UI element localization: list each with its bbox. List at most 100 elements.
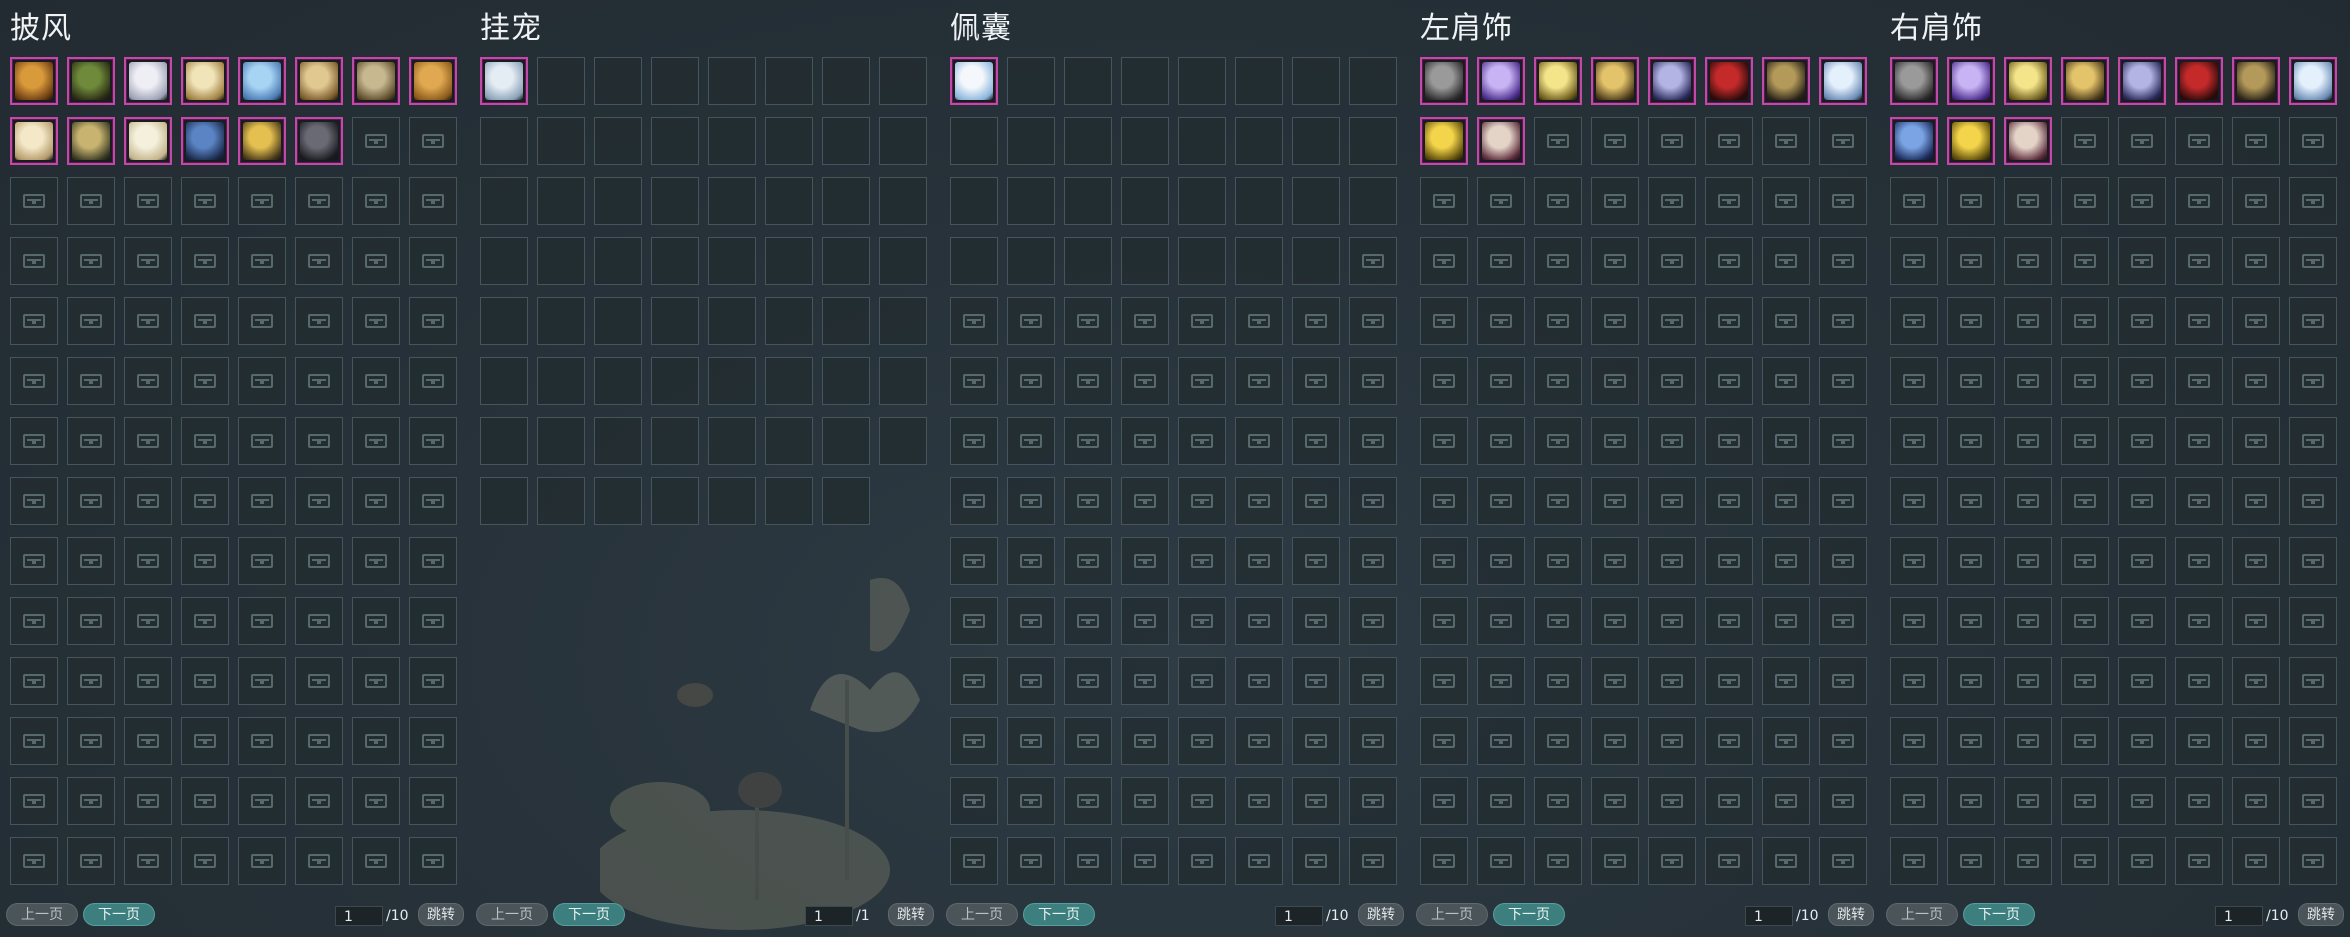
prev-page-button[interactable]: 上一页 (946, 903, 1018, 926)
locked-slot[interactable] (2232, 717, 2280, 765)
empty-slot[interactable] (651, 57, 699, 105)
empty-slot[interactable] (480, 177, 528, 225)
locked-slot[interactable] (1534, 537, 1582, 585)
locked-slot[interactable] (67, 417, 115, 465)
locked-slot[interactable] (2061, 657, 2109, 705)
locked-slot[interactable] (1349, 657, 1397, 705)
locked-slot[interactable] (1064, 537, 1112, 585)
empty-slot[interactable] (1007, 117, 1055, 165)
locked-slot[interactable] (2175, 777, 2223, 825)
locked-slot[interactable] (2004, 837, 2052, 885)
locked-slot[interactable] (950, 417, 998, 465)
locked-slot[interactable] (1420, 297, 1468, 345)
locked-slot[interactable] (1819, 717, 1867, 765)
empty-slot[interactable] (651, 357, 699, 405)
locked-slot[interactable] (1762, 177, 1810, 225)
locked-slot[interactable] (409, 657, 457, 705)
empty-slot[interactable] (822, 237, 870, 285)
locked-slot[interactable] (1591, 537, 1639, 585)
empty-slot[interactable] (1235, 237, 1283, 285)
empty-slot[interactable] (651, 117, 699, 165)
locked-slot[interactable] (1890, 477, 1938, 525)
locked-slot[interactable] (1178, 777, 1226, 825)
locked-slot[interactable] (2232, 417, 2280, 465)
empty-slot[interactable] (765, 417, 813, 465)
empty-slot[interactable] (1007, 237, 1055, 285)
locked-slot[interactable] (1420, 597, 1468, 645)
locked-slot[interactable] (1477, 837, 1525, 885)
locked-slot[interactable] (1292, 477, 1340, 525)
locked-slot[interactable] (1947, 717, 1995, 765)
locked-slot[interactable] (1007, 777, 1055, 825)
locked-slot[interactable] (1477, 657, 1525, 705)
locked-slot[interactable] (2061, 717, 2109, 765)
locked-slot[interactable] (2004, 297, 2052, 345)
locked-slot[interactable] (352, 837, 400, 885)
locked-slot[interactable] (1762, 597, 1810, 645)
locked-slot[interactable] (10, 537, 58, 585)
empty-slot[interactable] (822, 357, 870, 405)
item-slot[interactable] (1648, 57, 1696, 105)
empty-slot[interactable] (1292, 237, 1340, 285)
item-slot[interactable] (2061, 57, 2109, 105)
page-number-input[interactable]: 1 (1275, 906, 1323, 926)
empty-slot[interactable] (594, 237, 642, 285)
locked-slot[interactable] (2004, 417, 2052, 465)
locked-slot[interactable] (181, 717, 229, 765)
locked-slot[interactable] (2004, 537, 2052, 585)
locked-slot[interactable] (238, 177, 286, 225)
prev-page-button[interactable]: 上一页 (1886, 903, 1958, 926)
empty-slot[interactable] (537, 357, 585, 405)
locked-slot[interactable] (1178, 477, 1226, 525)
item-slot[interactable] (10, 117, 58, 165)
locked-slot[interactable] (2118, 417, 2166, 465)
locked-slot[interactable] (2289, 357, 2337, 405)
locked-slot[interactable] (1819, 597, 1867, 645)
locked-slot[interactable] (10, 177, 58, 225)
item-slot[interactable] (2118, 57, 2166, 105)
locked-slot[interactable] (1121, 717, 1169, 765)
locked-slot[interactable] (1534, 477, 1582, 525)
prev-page-button[interactable]: 上一页 (6, 903, 78, 926)
locked-slot[interactable] (1121, 597, 1169, 645)
locked-slot[interactable] (1890, 597, 1938, 645)
locked-slot[interactable] (409, 177, 457, 225)
item-slot[interactable] (124, 57, 172, 105)
locked-slot[interactable] (352, 477, 400, 525)
locked-slot[interactable] (1762, 237, 1810, 285)
locked-slot[interactable] (2175, 477, 2223, 525)
locked-slot[interactable] (352, 777, 400, 825)
locked-slot[interactable] (1819, 297, 1867, 345)
locked-slot[interactable] (2232, 777, 2280, 825)
empty-slot[interactable] (708, 417, 756, 465)
locked-slot[interactable] (10, 417, 58, 465)
locked-slot[interactable] (10, 477, 58, 525)
locked-slot[interactable] (1121, 477, 1169, 525)
locked-slot[interactable] (295, 837, 343, 885)
locked-slot[interactable] (181, 597, 229, 645)
locked-slot[interactable] (1477, 297, 1525, 345)
locked-slot[interactable] (1947, 537, 1995, 585)
locked-slot[interactable] (1292, 717, 1340, 765)
locked-slot[interactable] (2061, 837, 2109, 885)
locked-slot[interactable] (1591, 597, 1639, 645)
locked-slot[interactable] (1121, 357, 1169, 405)
locked-slot[interactable] (2232, 357, 2280, 405)
empty-slot[interactable] (708, 297, 756, 345)
empty-slot[interactable] (822, 117, 870, 165)
locked-slot[interactable] (1648, 237, 1696, 285)
item-slot[interactable] (1534, 57, 1582, 105)
page-number-input[interactable]: 1 (805, 906, 853, 926)
locked-slot[interactable] (10, 237, 58, 285)
locked-slot[interactable] (1648, 537, 1696, 585)
empty-slot[interactable] (480, 477, 528, 525)
locked-slot[interactable] (1178, 657, 1226, 705)
locked-slot[interactable] (1292, 357, 1340, 405)
locked-slot[interactable] (2061, 777, 2109, 825)
locked-slot[interactable] (67, 597, 115, 645)
item-slot[interactable] (950, 57, 998, 105)
locked-slot[interactable] (2061, 417, 2109, 465)
locked-slot[interactable] (124, 837, 172, 885)
empty-slot[interactable] (1064, 177, 1112, 225)
locked-slot[interactable] (2118, 537, 2166, 585)
